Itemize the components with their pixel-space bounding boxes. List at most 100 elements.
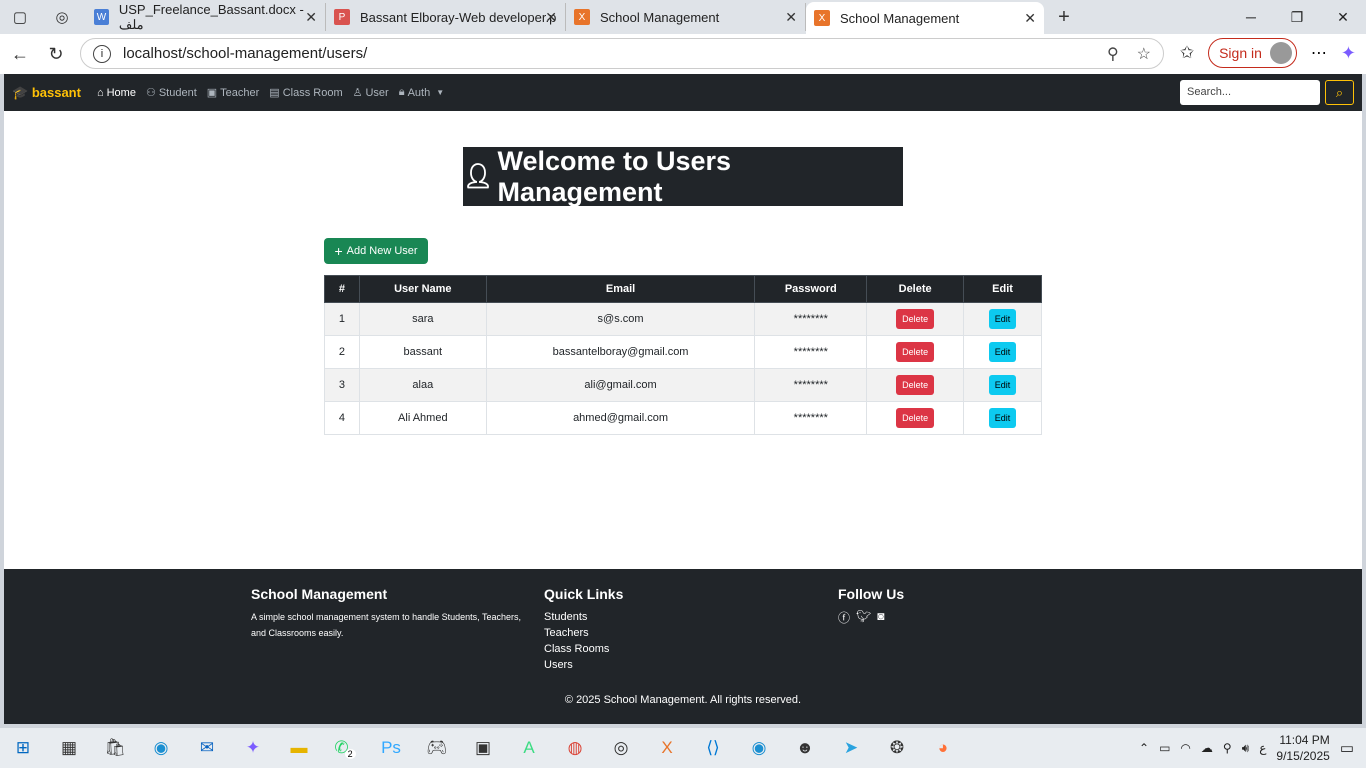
tab-pdf[interactable]: P Bassant Elboray-Web developer.p ✕: [326, 3, 566, 31]
globe-icon[interactable]: ◎: [48, 3, 76, 31]
footer-link-students[interactable]: Students: [544, 609, 623, 625]
reload-icon[interactable]: ↻: [38, 36, 74, 72]
firefox-icon[interactable]: ◕: [920, 728, 966, 768]
vscode-icon[interactable]: ⟨⟩: [690, 728, 736, 768]
telegram-icon[interactable]: ➤: [828, 728, 874, 768]
footer-link-classrooms[interactable]: Class Rooms: [544, 641, 623, 657]
app-icon[interactable]: ☻: [782, 728, 828, 768]
twitter-icon[interactable]: 🐦︎: [856, 609, 871, 626]
add-user-button[interactable]: + Add New User: [324, 238, 428, 264]
tab-title: School Management: [600, 9, 720, 25]
clock[interactable]: 11:04 PM 9/15/2025: [1276, 732, 1329, 764]
delete-button[interactable]: Delete: [896, 375, 935, 395]
nav-home[interactable]: ⌂ Home: [97, 87, 136, 99]
nav-auth-dropdown[interactable]: 🔒︎ Auth ▼: [399, 86, 444, 99]
close-icon[interactable]: ✕: [1024, 10, 1036, 27]
favorite-star-icon[interactable]: ☆: [1137, 44, 1151, 64]
search-button[interactable]: ⌕: [1325, 80, 1354, 105]
info-icon[interactable]: i: [93, 44, 111, 63]
chrome-icon[interactable]: ◍: [552, 728, 598, 768]
table-row: 1 sara s@s.com ******** Delete Edit: [324, 302, 1042, 336]
delete-button[interactable]: Delete: [896, 309, 935, 329]
start-icon[interactable]: ⊞: [0, 728, 46, 768]
widgets-icon[interactable]: ▦: [46, 728, 92, 768]
tab-actions-icon[interactable]: ▢: [6, 3, 34, 31]
file-explorer-icon[interactable]: ▬: [276, 728, 322, 768]
users-table: # User Name Email Password Delete Edit 1…: [324, 275, 1042, 435]
back-icon[interactable]: ←: [2, 36, 38, 72]
search-icon: ⌕: [1335, 84, 1344, 100]
volume-icon[interactable]: 🔊︎: [1242, 741, 1250, 756]
edge-icon[interactable]: ◉: [138, 728, 184, 768]
tab-doc[interactable]: W USP_Freelance_Bassant.docx - ملف ✕: [86, 1, 326, 32]
chevron-up-icon[interactable]: ⌃: [1139, 741, 1149, 755]
panda-icon[interactable]: ❂: [874, 728, 920, 768]
wifi-icon[interactable]: ◠: [1180, 741, 1190, 755]
browser-tab-bar: ▢ ◎ W USP_Freelance_Bassant.docx - ملف ✕…: [0, 0, 1366, 34]
footer: School Management A simple school manage…: [4, 569, 1362, 724]
lock-icon: 🔒︎: [398, 86, 405, 98]
xampp-icon: X: [574, 9, 590, 25]
footer-link-users[interactable]: Users: [544, 657, 623, 673]
user-avatar-icon: 👤︎: [463, 163, 494, 190]
footer-link-teachers[interactable]: Teachers: [544, 625, 623, 641]
table-row: 4 Ali Ahmed ahmed@gmail.com ******** Del…: [324, 401, 1042, 435]
delete-button[interactable]: Delete: [896, 408, 935, 428]
battery-icon[interactable]: ▭: [1159, 741, 1170, 755]
close-window-icon[interactable]: ✕: [1320, 0, 1366, 34]
tab-school-1[interactable]: X School Management ✕: [566, 3, 806, 31]
store-icon[interactable]: 🛍︎: [92, 728, 138, 768]
copilot-app-icon[interactable]: ✦: [230, 728, 276, 768]
delete-button[interactable]: Delete: [896, 342, 935, 362]
tab-title: USP_Freelance_Bassant.docx - ملف: [118, 1, 304, 32]
whatsapp-icon[interactable]: ✆ 2: [322, 728, 368, 768]
network-icon[interactable]: ☁: [1201, 741, 1213, 755]
intellij-icon[interactable]: ▣: [460, 728, 506, 768]
footer-links: Quick Links Students Teachers Class Room…: [544, 586, 623, 673]
usb-icon[interactable]: ⚲: [1223, 741, 1232, 755]
nav-classroom[interactable]: ▤ Class Room: [269, 86, 342, 100]
copilot-icon[interactable]: ✦: [1341, 43, 1356, 64]
close-icon[interactable]: ✕: [545, 9, 557, 26]
search-input[interactable]: Search...: [1180, 80, 1320, 105]
instagram-icon[interactable]: ◙: [877, 609, 884, 626]
facebook-icon[interactable]: ⓕ: [838, 609, 850, 626]
new-tab-icon[interactable]: +: [1050, 3, 1078, 31]
android-studio-icon[interactable]: A: [506, 728, 552, 768]
edge-active-icon[interactable]: ◉: [736, 728, 782, 768]
nav-label: Auth: [407, 86, 431, 99]
navbar: 🎓 bassant ⌂ Home ⚇ Student ▣ Teacher ▤ Class…: [4, 74, 1362, 111]
xampp-icon[interactable]: X: [644, 728, 690, 768]
doc-icon: W: [94, 9, 109, 25]
nav-student[interactable]: ⚇ Student: [146, 86, 197, 100]
cell-email: bassantelboray@gmail.com: [485, 335, 756, 369]
cell-password: ********: [754, 368, 868, 402]
notifications-icon[interactable]: ▭: [1340, 739, 1354, 757]
nav-user[interactable]: ♙ User: [353, 86, 389, 100]
zoom-icon[interactable]: ⚲: [1107, 44, 1119, 64]
obs-icon[interactable]: ◎: [598, 728, 644, 768]
language-indicator[interactable]: ع: [1259, 741, 1266, 755]
col-username: User Name: [358, 275, 487, 303]
cell-edit: Edit: [963, 335, 1042, 369]
nav-teacher[interactable]: ▣ Teacher: [207, 86, 260, 100]
close-icon[interactable]: ✕: [305, 9, 317, 26]
edit-button[interactable]: Edit: [988, 408, 1017, 428]
minimize-icon[interactable]: ─: [1228, 0, 1274, 34]
nav-label: User: [365, 86, 389, 99]
url-field[interactable]: i localhost/school-management/users/ ⚲ ☆: [80, 38, 1164, 69]
brand[interactable]: 🎓 bassant: [12, 85, 81, 101]
edit-button[interactable]: Edit: [988, 342, 1017, 362]
edit-button[interactable]: Edit: [988, 309, 1017, 329]
tab-school-active[interactable]: X School Management ✕: [806, 2, 1044, 34]
favorites-icon[interactable]: ✩: [1180, 43, 1194, 63]
edit-button[interactable]: Edit: [988, 375, 1017, 395]
close-icon[interactable]: ✕: [785, 9, 797, 26]
more-icon[interactable]: ⋯: [1311, 43, 1327, 63]
outlook-icon[interactable]: ✉: [184, 728, 230, 768]
restore-icon[interactable]: ❐: [1274, 0, 1320, 34]
game-icon[interactable]: 🎮︎: [414, 728, 460, 768]
photoshop-icon[interactable]: Ps: [368, 728, 414, 768]
cell-email: ali@gmail.com: [485, 368, 756, 402]
sign-in-button[interactable]: Sign in: [1208, 38, 1297, 68]
